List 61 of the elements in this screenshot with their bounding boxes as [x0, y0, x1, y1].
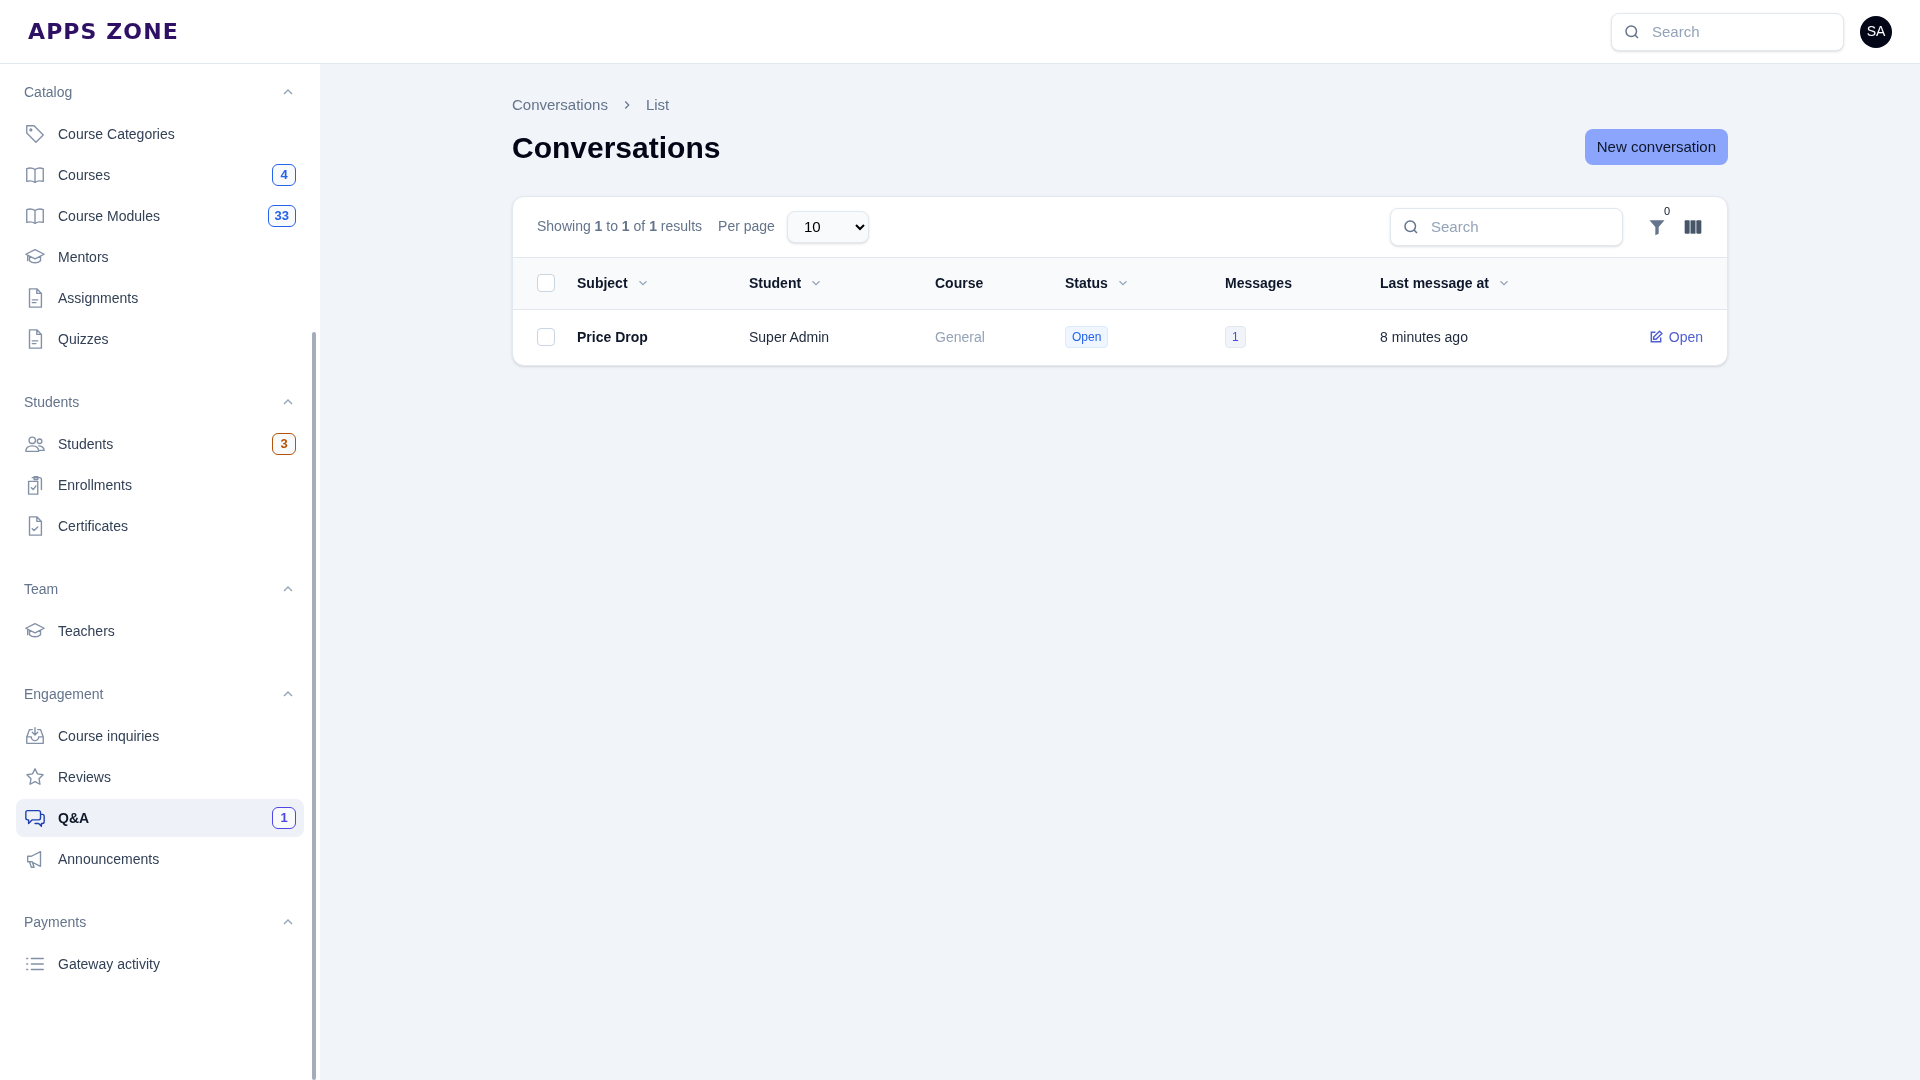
column-header: Messages: [1225, 273, 1292, 293]
sidebar-item[interactable]: Students 3: [16, 425, 304, 463]
search-icon: [1623, 22, 1641, 41]
status-badge: Open: [1065, 326, 1109, 348]
inbox-download-icon: [24, 725, 46, 747]
open-link[interactable]: Open: [1648, 326, 1703, 348]
group-label: Catalog: [24, 82, 73, 102]
table-cell-text: 8 minutes ago: [1380, 327, 1468, 347]
search-icon: [1402, 217, 1420, 236]
users-icon: [24, 433, 46, 455]
per-page-label: Per page: [718, 217, 775, 236]
sort-column-header[interactable]: Subject: [577, 272, 628, 294]
chat-bubbles-icon: [24, 807, 46, 829]
sidebar-item[interactable]: Assignments: [16, 279, 304, 317]
sidebar-item[interactable]: Gateway activity: [16, 945, 304, 983]
group-label: Payments: [24, 912, 87, 932]
group-label: Students: [24, 392, 80, 412]
sort-column-header[interactable]: Last message at: [1380, 272, 1489, 294]
sidebar-item[interactable]: Course inquiries: [16, 717, 304, 755]
sidebar-item[interactable]: Q&A 1: [16, 799, 304, 837]
group-label: Engagement: [24, 684, 104, 704]
scrollbar-thumb[interactable]: [312, 332, 316, 1080]
tag-icon: [24, 123, 46, 145]
results-summary: Showing 1 to 1 of 1 results: [537, 217, 703, 236]
search-field[interactable]: Search: [1611, 12, 1844, 51]
sidebar-item[interactable]: Teachers: [16, 612, 304, 650]
edit-icon: [1648, 330, 1663, 344]
sort-column-header[interactable]: Status: [1065, 272, 1108, 294]
table-search-field[interactable]: Search: [1390, 207, 1623, 246]
sidebar-item[interactable]: Enrollments: [16, 466, 304, 504]
select-all-checkbox[interactable]: [537, 274, 555, 292]
sidebar-item[interactable]: Courses 4: [16, 156, 304, 194]
breadcrumb-link[interactable]: List: [645, 94, 670, 117]
table-cell-text: Super Admin: [749, 327, 830, 347]
book-icon: [24, 164, 46, 186]
sidebar-item[interactable]: Reviews: [16, 758, 304, 796]
row-checkbox[interactable]: [537, 328, 555, 346]
table-cell-text: Price Drop: [577, 327, 648, 347]
count-badge: 3: [272, 433, 296, 455]
sidebar-item[interactable]: Mentors: [16, 238, 304, 276]
sidebar-item[interactable]: Announcements: [16, 840, 304, 878]
sidebar-item[interactable]: Certificates: [16, 507, 304, 545]
logo[interactable]: APPS ZONE: [28, 15, 179, 48]
star-icon: [24, 766, 46, 788]
count-badge: 33: [267, 205, 296, 227]
count-badge: 4: [272, 164, 296, 186]
new-conversation-button[interactable]: New conversation: [1584, 129, 1728, 165]
page-title: Conversations: [512, 129, 721, 166]
sidebar-item[interactable]: Course Categories: [16, 115, 304, 153]
sidebar-item[interactable]: Quizzes: [16, 320, 304, 358]
user-avatar[interactable]: SA: [1860, 15, 1892, 48]
sidebar-item[interactable]: Course Modules 33: [16, 197, 304, 235]
table-cell-text: General: [935, 327, 985, 347]
book-icon: [24, 205, 46, 227]
count-badge: 1: [1225, 326, 1246, 348]
per-page-select[interactable]: 10: [786, 210, 869, 243]
breadcrumb-link[interactable]: Conversations: [512, 94, 608, 117]
column-header: Course: [935, 273, 984, 293]
group-label: Team: [24, 579, 59, 599]
count-badge: 1: [272, 807, 296, 829]
sort-column-header[interactable]: Student: [749, 272, 802, 294]
